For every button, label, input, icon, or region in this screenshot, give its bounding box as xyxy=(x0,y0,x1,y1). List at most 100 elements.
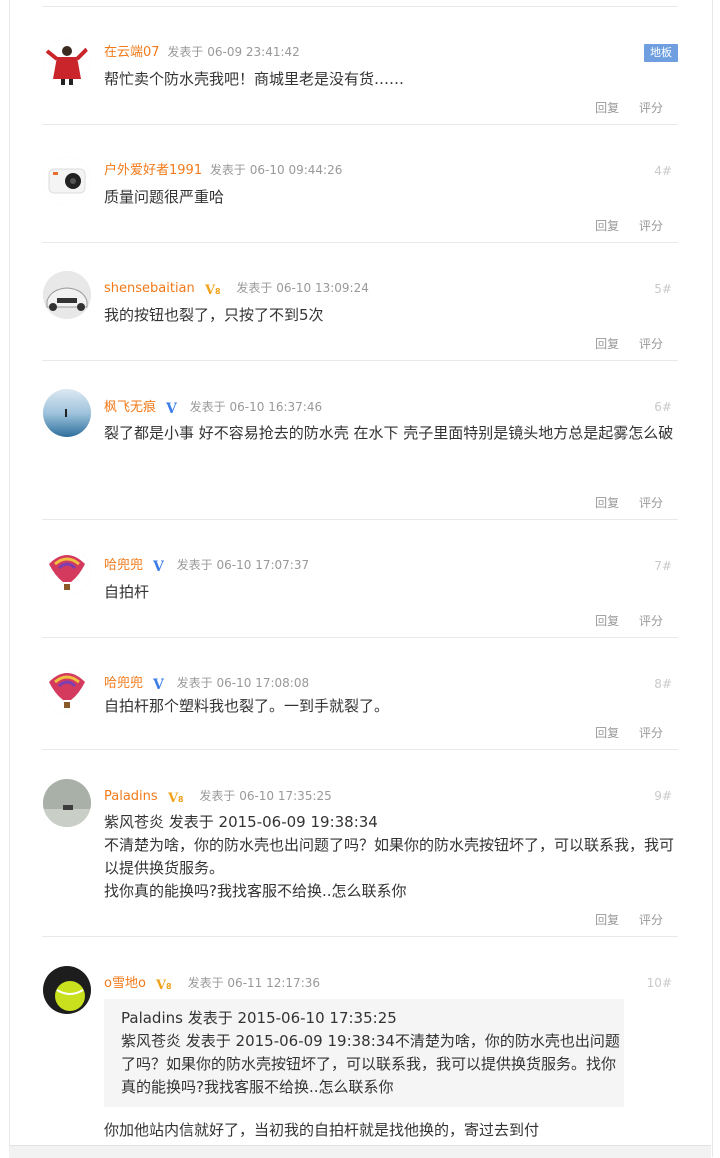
verified-badge-icon: V xyxy=(153,559,167,572)
floor-number[interactable]: 4# xyxy=(654,161,672,181)
quoted-reference: 紫风苍炎 发表于 2015-06-09 19:38:34 xyxy=(104,813,378,831)
svg-text:8: 8 xyxy=(166,982,172,990)
author-name[interactable]: 哈兜兜 xyxy=(104,558,143,573)
post-time: 06-11 12:17:36 xyxy=(227,976,320,990)
author-name[interactable]: 哈兜兜 xyxy=(104,676,143,691)
author-name[interactable]: shensebaitian xyxy=(104,281,195,296)
post-time: 06-10 17:08:08 xyxy=(216,676,310,690)
post-meta: o雪地o V8 发表于 06-11 12:17:36 xyxy=(104,973,320,993)
post-time-label: 发表于 xyxy=(176,676,213,690)
post-content: 你加他站内信就好了，当初我的自拍杆就是找他换的，寄过去到付 xyxy=(104,1121,540,1139)
reply-button[interactable]: 回复 xyxy=(595,726,619,740)
reply-button[interactable]: 回复 xyxy=(595,101,619,115)
post-item: 户外爱好者1991 发表于 06-10 09:44:26 4# 质量问题很严重哈… xyxy=(42,125,678,243)
post-item: shensebaitian V8 发表于 06-10 13:09:24 5# 我… xyxy=(42,243,678,361)
reply-button[interactable]: 回复 xyxy=(595,496,619,510)
rate-button[interactable]: 评分 xyxy=(639,219,663,233)
author-name[interactable]: Paladins xyxy=(104,789,158,804)
quote-block: Paladins 发表于 2015-06-10 17:35:25 紫风苍炎 发表… xyxy=(104,999,624,1107)
post-actions: 回复 评分 xyxy=(579,217,663,235)
rate-button[interactable]: 评分 xyxy=(639,614,663,628)
post-meta: 在云端07 发表于 06-09 23:41:42 xyxy=(104,42,300,62)
post-content: 裂了都是小事 好不容易抢去的防水壳 在水下 壳子里面特别是镜头地方总是起雾怎么破 xyxy=(104,424,674,442)
post-actions: 回复 评分 xyxy=(579,911,663,929)
post-item: 哈兜兜 V 发表于 06-10 17:08:08 8# 自拍杆那个塑料我也裂了。… xyxy=(42,638,678,750)
post-meta: 哈兜兜 V 发表于 06-10 17:08:08 xyxy=(104,673,309,693)
floor-number[interactable]: 9# xyxy=(654,786,672,806)
floor-number[interactable]: 5# xyxy=(654,279,672,299)
rate-button[interactable]: 评分 xyxy=(639,337,663,351)
post-time-label: 发表于 xyxy=(199,789,236,803)
post-time-label: 发表于 xyxy=(189,400,226,414)
avatar[interactable] xyxy=(43,966,91,1014)
avatar[interactable] xyxy=(43,666,91,714)
reply-button[interactable]: 回复 xyxy=(595,614,619,628)
avatar[interactable] xyxy=(43,779,91,827)
post-meta: 哈兜兜 V 发表于 06-10 17:07:37 xyxy=(104,555,309,575)
post-actions: 回复 评分 xyxy=(579,99,663,117)
post-time: 06-10 13:09:24 xyxy=(276,281,369,295)
post-time-label: 发表于 xyxy=(209,163,246,177)
quote-body: 紫风苍炎 发表于 2015-06-09 19:38:34不清楚为啥，你的防水壳也… xyxy=(121,1032,620,1096)
post-time: 06-10 17:07:37 xyxy=(216,558,310,572)
post-time: 06-10 17:35:25 xyxy=(239,789,332,803)
post-content: 自拍杆 xyxy=(104,583,150,601)
reply-button[interactable]: 回复 xyxy=(595,337,619,351)
reply-button[interactable]: 回复 xyxy=(595,219,619,233)
author-name[interactable]: 户外爱好者1991 xyxy=(104,163,202,178)
floor-number[interactable]: 6# xyxy=(654,397,672,417)
post-content: 紫风苍炎 发表于 2015-06-09 19:38:34 不清楚为啥，你的防水壳… xyxy=(104,811,674,903)
bottom-reply-bar[interactable] xyxy=(9,1145,711,1158)
author-name[interactable]: 在云端07 xyxy=(104,45,160,60)
post-meta: 枫飞无痕 V 发表于 06-10 16:37:46 xyxy=(104,397,322,417)
post-content: 我的按钮也裂了，只按了不到5次 xyxy=(104,306,324,324)
avatar[interactable] xyxy=(43,389,91,437)
post-content: 自拍杆那个塑料我也裂了。一到手就裂了。 xyxy=(104,697,390,715)
post-content: 质量问题很严重哈 xyxy=(104,188,225,206)
svg-text:V: V xyxy=(153,559,165,572)
post-item: 哈兜兜 V 发表于 06-10 17:07:37 7# 自拍杆 回复 评分 xyxy=(42,520,678,638)
post-actions: 回复 评分 xyxy=(579,494,663,512)
avatar[interactable] xyxy=(43,548,91,596)
post-time: 06-09 23:41:42 xyxy=(207,45,300,59)
rate-button[interactable]: 评分 xyxy=(639,726,663,740)
post-actions: 回复 评分 xyxy=(579,724,663,742)
post-meta: 户外爱好者1991 发表于 06-10 09:44:26 xyxy=(104,160,342,180)
reply-button[interactable]: 回复 xyxy=(595,913,619,927)
svg-text:8: 8 xyxy=(215,287,221,295)
rate-button[interactable]: 评分 xyxy=(639,913,663,927)
content-line: 不清楚为啥，你的防水壳也出问题了吗？如果你的防水壳按钮坏了，可以联系我，我可以提… xyxy=(104,836,675,877)
floor-number[interactable]: 地板 xyxy=(644,44,678,62)
floor-number[interactable]: 10# xyxy=(647,973,672,993)
vip-badge-icon: V8 xyxy=(156,977,178,990)
floor-number[interactable]: 7# xyxy=(654,556,672,576)
svg-text:V: V xyxy=(166,401,178,414)
avatar[interactable] xyxy=(43,271,91,319)
post-content: 帮忙卖个防水壳我吧！商城里老是没有货…… xyxy=(104,70,405,88)
svg-text:V: V xyxy=(153,677,165,690)
post-time-label: 发表于 xyxy=(176,558,213,572)
avatar[interactable] xyxy=(43,39,91,87)
svg-text:8: 8 xyxy=(178,795,184,803)
author-name[interactable]: o雪地o xyxy=(104,976,146,991)
post-time-label: 发表于 xyxy=(236,281,273,295)
vip-badge-icon: V8 xyxy=(168,790,190,803)
author-name[interactable]: 枫飞无痕 xyxy=(104,400,156,415)
rate-button[interactable]: 评分 xyxy=(639,496,663,510)
post-meta: Paladins V8 发表于 06-10 17:35:25 xyxy=(104,786,332,806)
post-time-label: 发表于 xyxy=(187,976,224,990)
avatar[interactable] xyxy=(43,157,91,205)
post-item: 枫飞无痕 V 发表于 06-10 16:37:46 6# 裂了都是小事 好不容易… xyxy=(42,361,678,520)
content-line: 找你真的能换吗?我找客服不给换..怎么联系你 xyxy=(104,882,407,900)
quote-header: Paladins 发表于 2015-06-10 17:35:25 xyxy=(121,1009,397,1027)
post-time: 06-10 09:44:26 xyxy=(249,163,343,177)
rate-button[interactable]: 评分 xyxy=(639,101,663,115)
post-item: 在云端07 发表于 06-09 23:41:42 地板 帮忙卖个防水壳我吧！商城… xyxy=(42,7,678,125)
floor-number[interactable]: 8# xyxy=(654,674,672,694)
post-time-label: 发表于 xyxy=(167,45,204,59)
post-item: o雪地o V8 发表于 06-11 12:17:36 10# Paladins … xyxy=(42,937,678,1145)
post-meta: shensebaitian V8 发表于 06-10 13:09:24 xyxy=(104,278,369,298)
post-time: 06-10 16:37:46 xyxy=(229,400,323,414)
verified-badge-icon: V xyxy=(153,677,167,690)
vip-badge-icon: V8 xyxy=(205,282,227,295)
